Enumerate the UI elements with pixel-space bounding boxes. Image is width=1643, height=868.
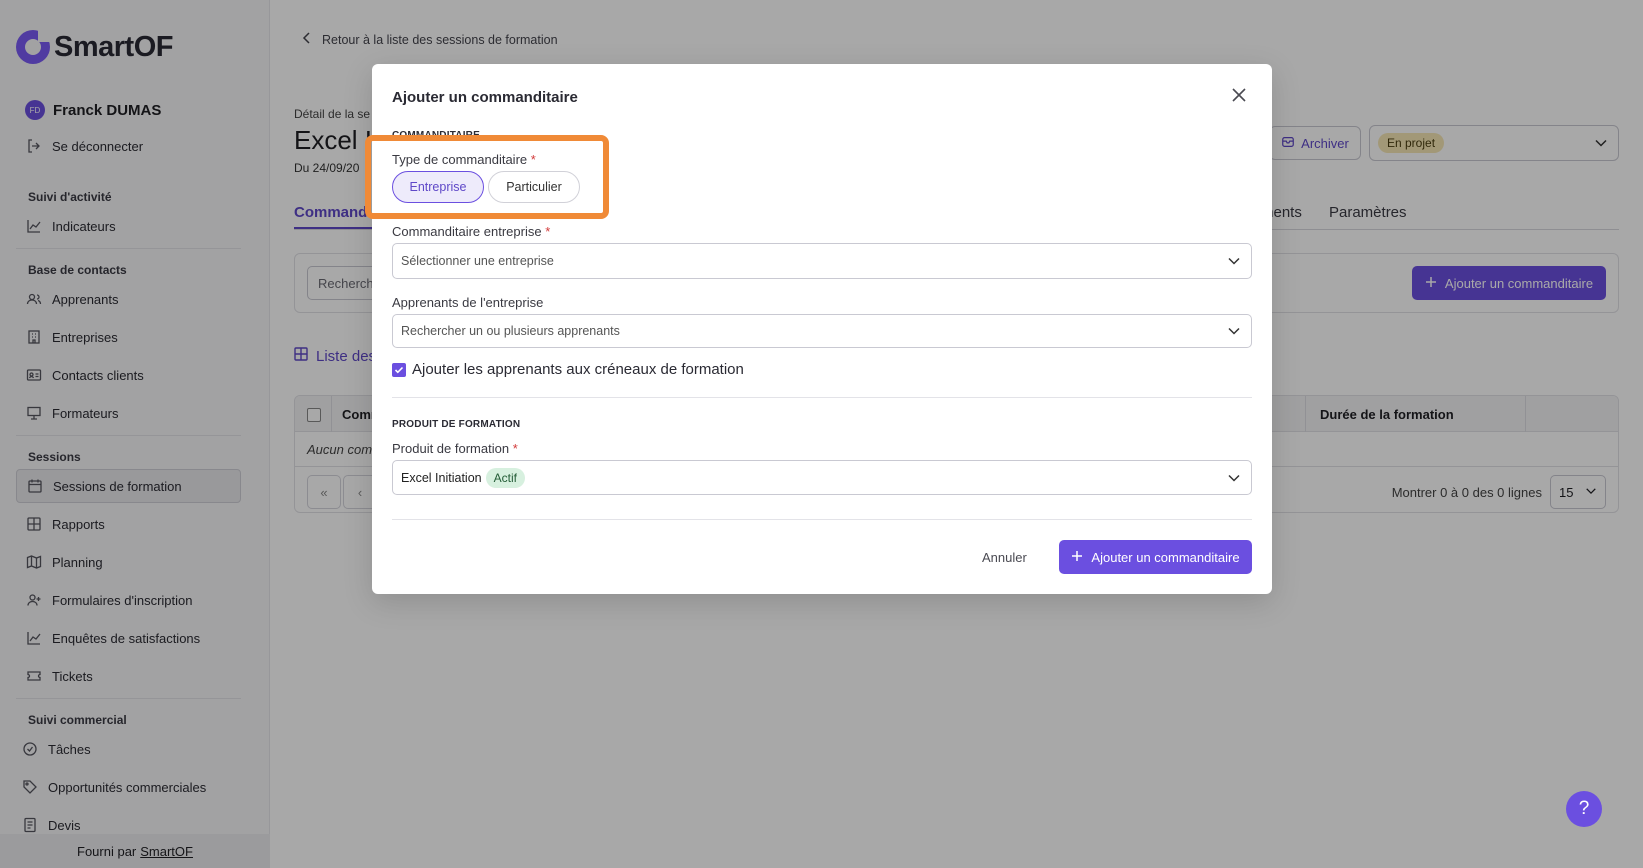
learners-placeholder: Rechercher un ou plusieurs apprenants [401, 324, 620, 338]
chevron-down-icon [1227, 324, 1241, 338]
checkbox-checked-icon[interactable] [392, 362, 406, 377]
required-mark: * [530, 152, 536, 167]
learners-label: Apprenants de l'entreprise [392, 295, 544, 310]
section-product: PRODUIT DE FORMATION [392, 419, 521, 430]
type-individual-toggle[interactable]: Particulier [488, 171, 580, 203]
divider [392, 519, 1252, 520]
modal-title: Ajouter un commanditaire [392, 89, 578, 106]
section-sponsor: COMMANDITAIRE [392, 130, 480, 141]
close-icon[interactable] [1228, 84, 1250, 106]
required-mark: * [545, 224, 551, 239]
required-mark: * [512, 441, 518, 456]
add-learners-label: Ajouter les apprenants aux créneaux de f… [412, 361, 744, 378]
product-label-text: Produit de formation [392, 441, 510, 456]
plus-icon [1071, 550, 1083, 565]
learners-select[interactable]: Rechercher un ou plusieurs apprenants [392, 314, 1252, 348]
product-select[interactable]: Excel Initiation Actif [392, 460, 1252, 495]
company-label: Commanditaire entreprise * [392, 224, 550, 239]
product-label: Produit de formation * [392, 441, 518, 456]
company-select[interactable]: Sélectionner une entreprise [392, 243, 1252, 279]
product-status-badge: Actif [485, 467, 525, 488]
company-label-text: Commanditaire entreprise [392, 224, 542, 239]
add-learners-checkbox-row[interactable]: Ajouter les apprenants aux créneaux de f… [392, 361, 744, 378]
submit-sponsor-button[interactable]: Ajouter un commanditaire [1059, 540, 1252, 574]
type-label: Type de commanditaire * [392, 152, 536, 167]
cancel-button[interactable]: Annuler [982, 550, 1027, 565]
type-label-text: Type de commanditaire [392, 152, 528, 167]
product-value-wrap: Excel Initiation Actif [401, 467, 525, 488]
divider [392, 397, 1252, 398]
help-button[interactable]: ? [1566, 791, 1602, 827]
chevron-down-icon [1227, 471, 1241, 485]
add-sponsor-modal: Ajouter un commanditaire COMMANDITAIRE T… [372, 64, 1272, 594]
type-company-toggle[interactable]: Entreprise [392, 171, 484, 203]
product-value: Excel Initiation [401, 470, 482, 485]
company-placeholder: Sélectionner une entreprise [401, 254, 554, 268]
submit-label: Ajouter un commanditaire [1091, 549, 1240, 565]
chevron-down-icon [1227, 254, 1241, 268]
